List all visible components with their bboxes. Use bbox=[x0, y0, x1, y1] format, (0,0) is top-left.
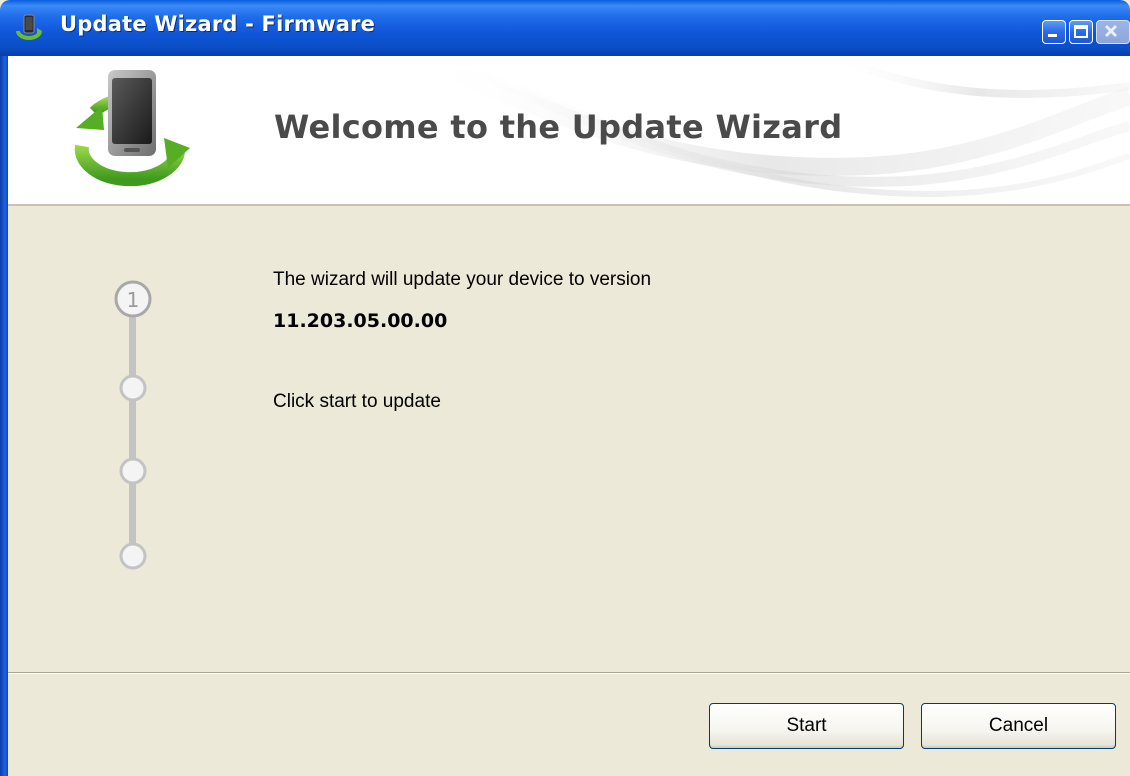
step-progress-indicator: 1 bbox=[114, 280, 152, 570]
maximize-button[interactable] bbox=[1069, 20, 1093, 44]
update-message: The wizard will update your device to ve… bbox=[273, 269, 652, 290]
step-1-indicator: 1 bbox=[114, 280, 152, 318]
wizard-header: Welcome to the Update Wizard bbox=[8, 56, 1130, 204]
start-button[interactable]: Start bbox=[709, 703, 904, 749]
minimize-icon bbox=[1048, 34, 1057, 37]
step-1-label: 1 bbox=[127, 288, 140, 312]
window-title: Update Wizard - Firmware bbox=[60, 12, 376, 36]
step-3-indicator bbox=[119, 457, 147, 485]
start-button-label: Start bbox=[786, 715, 827, 736]
cancel-button[interactable]: Cancel bbox=[921, 703, 1116, 749]
target-version: 11.203.05.00.00 bbox=[273, 310, 448, 332]
wizard-content: 1 The wizard will update your device to … bbox=[8, 206, 1130, 672]
close-button[interactable] bbox=[1096, 20, 1130, 44]
update-wizard-window: Update Wizard - Firmware Welcome to the … bbox=[0, 0, 1130, 776]
minimize-button[interactable] bbox=[1042, 20, 1066, 44]
close-icon bbox=[1104, 24, 1118, 38]
step-track bbox=[129, 316, 136, 556]
step-4-indicator bbox=[119, 542, 147, 570]
app-title-icon bbox=[16, 14, 42, 40]
window-frame-left bbox=[0, 56, 8, 776]
phone-sync-icon bbox=[74, 70, 190, 187]
step-2-indicator bbox=[119, 374, 147, 402]
cancel-button-label: Cancel bbox=[988, 715, 1049, 736]
title-bar[interactable]: Update Wizard - Firmware bbox=[0, 0, 1130, 56]
page-title: Welcome to the Update Wizard bbox=[274, 108, 843, 146]
maximize-icon bbox=[1074, 25, 1088, 38]
instruction-text: Click start to update bbox=[273, 391, 441, 412]
